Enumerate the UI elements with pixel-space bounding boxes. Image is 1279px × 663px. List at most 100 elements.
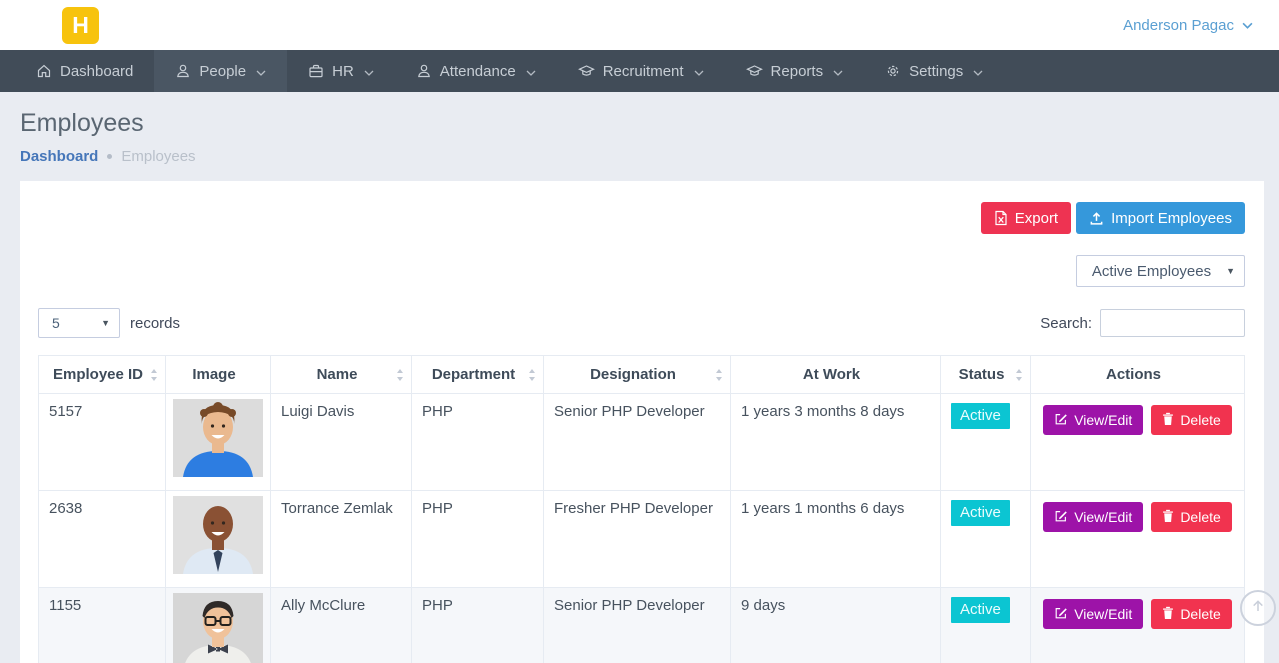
column-header-at-work: At Work [731,356,941,394]
column-header-name[interactable]: Name [271,356,412,394]
delete-button[interactable]: Delete [1151,599,1231,629]
nav-item-reports[interactable]: Reports [725,50,865,92]
user-icon [175,63,191,79]
employee-id-cell: 1155 [39,588,166,663]
view-edit-button[interactable]: View/Edit [1043,405,1143,435]
view-edit-button[interactable]: View/Edit [1043,599,1143,629]
top-header: H Anderson Pagac [0,0,1279,50]
employee-name-cell: Ally McClure [271,588,412,663]
column-header-department[interactable]: Department [412,356,544,394]
edit-pencil-icon [1054,606,1068,623]
records-count-select[interactable]: 5 ▼ [38,308,120,338]
nav-item-settings[interactable]: Settings [864,50,1004,92]
breadcrumb-current: Employees [121,148,195,165]
app-logo[interactable]: H [62,7,99,44]
search-control: Search: [1040,309,1245,337]
chevron-down-icon [1242,22,1253,29]
breadcrumb: Dashboard Employees [20,148,1259,165]
delete-button[interactable]: Delete [1151,502,1231,532]
search-label: Search: [1040,315,1092,332]
actions-cell: View/Edit Delete [1031,588,1245,663]
employees-card: Export Import Employees Active Employees… [20,181,1264,663]
status-badge: Active [951,403,1010,429]
nav-item-people[interactable]: People [154,50,287,92]
trash-icon [1162,606,1174,623]
chevron-down-icon [833,63,843,80]
nav-item-recruitment[interactable]: Recruitment [557,50,725,92]
column-header-designation[interactable]: Designation [544,356,731,394]
sort-icon [528,368,536,381]
nav-item-attendance[interactable]: Attendance [395,50,557,92]
employee-avatar [173,464,263,481]
trash-icon [1162,509,1174,526]
user-name: Anderson Pagac [1123,17,1234,34]
employee-id-cell: 5157 [39,394,166,491]
breadcrumb-dashboard-link[interactable]: Dashboard [20,148,98,165]
chevron-down-icon [526,63,536,80]
records-control: 5 ▼ records [38,308,180,338]
department-cell: PHP [412,394,544,491]
records-label: records [130,315,180,332]
page-title: Employees [20,109,1259,138]
arrow-up-icon [1249,597,1267,620]
employee-name-cell: Luigi Davis [271,394,412,491]
nav-item-label: Attendance [440,63,516,80]
employee-id-cell: 2638 [39,491,166,588]
nav-item-label: HR [332,63,354,80]
table-row: 2638 Torrance Zemlak PHP Fresher PHP Dev… [39,491,1245,588]
search-input[interactable] [1100,309,1245,337]
chevron-down-icon [256,63,266,80]
view-edit-button[interactable]: View/Edit [1043,502,1143,532]
at-work-cell: 1 years 1 months 6 days [731,491,941,588]
table-row: 5157 Luigi Davis PHP Senior PHP Develope… [39,394,1245,491]
designation-cell: Senior PHP Developer [544,394,731,491]
trash-icon [1162,412,1174,429]
export-button[interactable]: Export [981,202,1071,234]
designation-cell: Senior PHP Developer [544,588,731,663]
employee-avatar [173,658,263,663]
status-cell: Active [941,588,1031,663]
nav-item-label: Reports [771,63,824,80]
select-caret-icon: ▼ [1226,266,1235,276]
status-badge: Active [951,597,1010,623]
delete-button[interactable]: Delete [1151,405,1231,435]
user-menu[interactable]: Anderson Pagac [1123,17,1253,34]
nav-item-label: Recruitment [603,63,684,80]
column-header-actions: Actions [1031,356,1245,394]
column-header-employee-id[interactable]: Employee ID [39,356,166,394]
column-header-image: Image [166,356,271,394]
at-work-cell: 1 years 3 months 8 days [731,394,941,491]
page-header: Employees Dashboard Employees [0,92,1279,181]
graduation-cap-icon [578,63,595,79]
employee-image-cell [166,394,271,491]
employee-image-cell [166,588,271,663]
upload-icon [1089,211,1104,226]
table-controls: 5 ▼ records Search: [38,308,1245,338]
scroll-to-top-button[interactable] [1240,590,1276,626]
nav-item-hr[interactable]: HR [287,50,395,92]
actions-cell: View/Edit Delete [1031,394,1245,491]
employees-table: Employee ID Image Name Department [38,355,1245,663]
column-header-status[interactable]: Status [941,356,1031,394]
at-work-cell: 9 days [731,588,941,663]
table-row: 1155 Ally McClure PHP Senior PHP Develop… [39,588,1245,663]
status-badge: Active [951,500,1010,526]
sort-icon [150,368,158,381]
graduation-cap-icon [746,63,763,79]
nav-item-label: Dashboard [60,63,133,80]
chevron-down-icon [364,63,374,80]
employee-image-cell [166,491,271,588]
edit-pencil-icon [1054,412,1068,429]
employee-filter-select[interactable]: Active Employees ▼ [1076,255,1245,287]
nav-item-label: Settings [909,63,963,80]
employee-name-cell: Torrance Zemlak [271,491,412,588]
designation-cell: Fresher PHP Developer [544,491,731,588]
department-cell: PHP [412,491,544,588]
table-header-row: Employee ID Image Name Department [39,356,1245,394]
import-employees-button[interactable]: Import Employees [1076,202,1245,234]
nav-item-label: People [199,63,246,80]
sort-icon [1015,368,1023,381]
gear-icon [885,63,901,79]
nav-item-dashboard[interactable]: Dashboard [15,50,154,92]
main-nav: Dashboard People HR Attendance Recruitme… [0,50,1279,92]
